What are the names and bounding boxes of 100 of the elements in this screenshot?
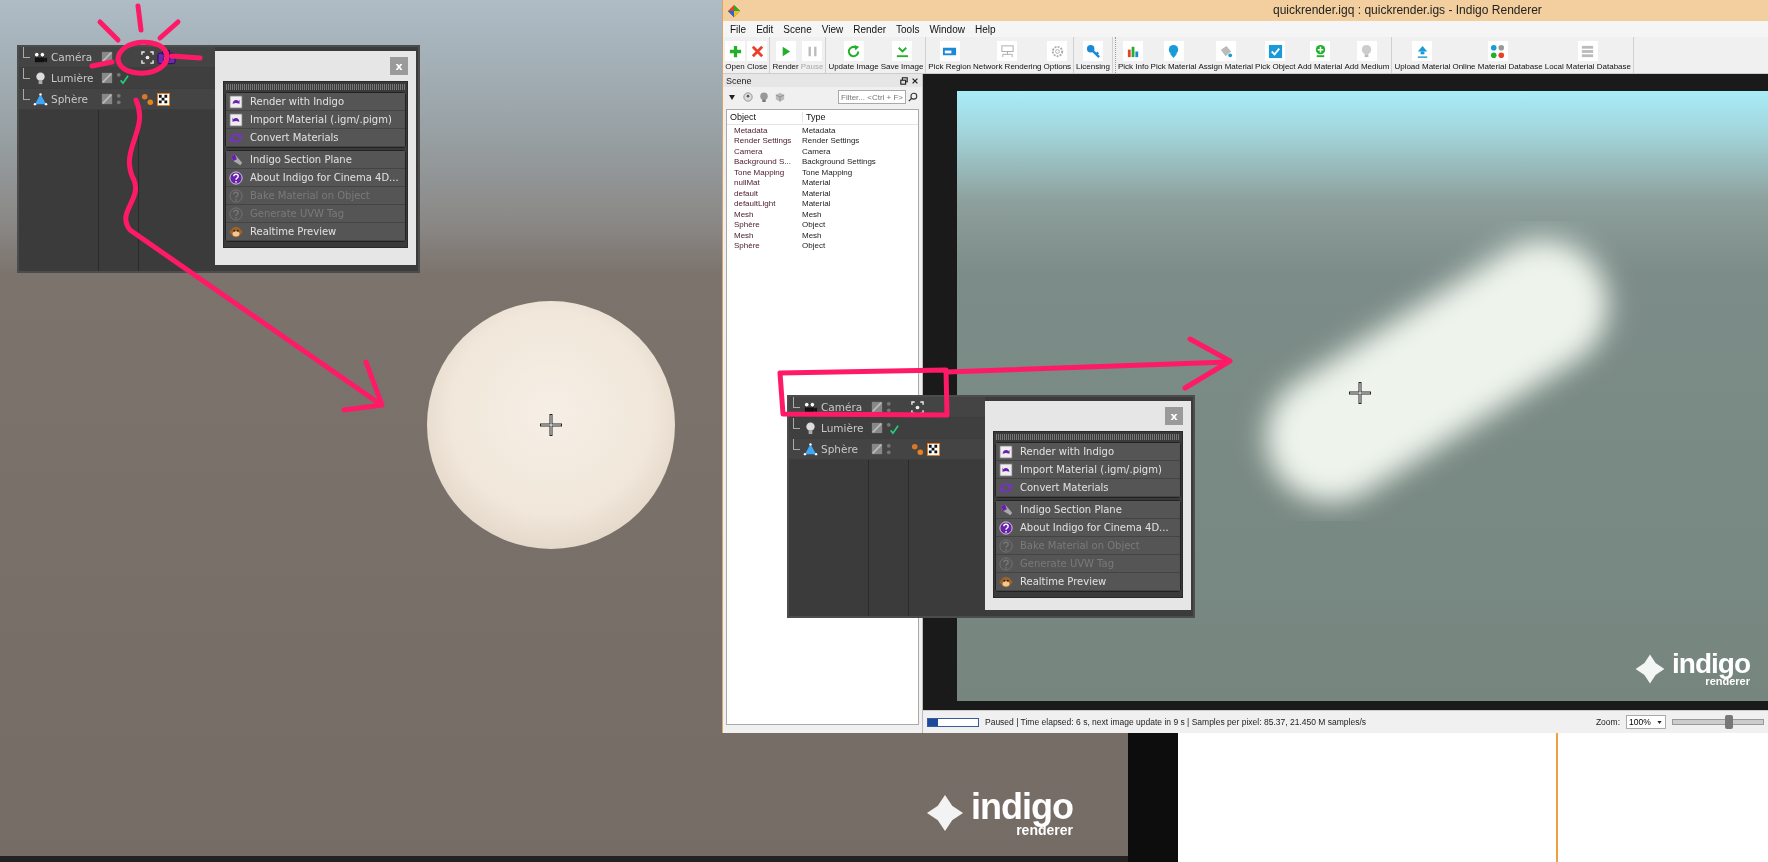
- light-bulb-icon: [33, 71, 48, 85]
- database-icon: [1580, 43, 1596, 59]
- tree-cell: Mesh: [802, 209, 822, 219]
- restore-icon[interactable]: [900, 76, 908, 85]
- toolbar-button[interactable]: Upload Material: [1393, 37, 1452, 73]
- tree-cell[interactable]: Tone Mapping: [727, 167, 802, 177]
- menu-item[interactable]: Tools: [891, 21, 925, 37]
- toolbar-button[interactable]: Assign Material: [1197, 37, 1255, 73]
- menu-item[interactable]: Convert Materials: [226, 129, 405, 147]
- bulb-icon[interactable]: [759, 92, 769, 102]
- help-icon: [229, 206, 243, 221]
- menu-item[interactable]: Import Material (.igm/.pigm): [226, 111, 405, 129]
- logo-icon: [925, 793, 965, 833]
- slider-thumb[interactable]: [1724, 715, 1733, 729]
- tree-cell: Camera: [802, 146, 831, 156]
- check-icon[interactable]: [116, 71, 129, 85]
- tree-cell: Object: [802, 220, 826, 230]
- layer-icon: [871, 443, 883, 455]
- tree-cell[interactable]: Sphère: [727, 241, 802, 251]
- column-header[interactable]: Object: [727, 112, 803, 122]
- tree-cell: Metadata: [802, 125, 836, 135]
- menu-item[interactable]: About Indigo for Cinema 4D...: [996, 519, 1180, 537]
- app-icon[interactable]: [727, 3, 741, 18]
- tree-cell[interactable]: Camera: [727, 146, 802, 156]
- layer-icon: [101, 72, 113, 84]
- toolbar-button[interactable]: Save Image: [879, 37, 925, 73]
- help-icon: [999, 520, 1013, 535]
- camera-lens-icon[interactable]: [743, 92, 753, 102]
- tree-cell[interactable]: Mesh: [727, 230, 802, 240]
- menu-item[interactable]: Edit: [751, 21, 779, 37]
- object-row[interactable]: Sphère: [19, 89, 215, 110]
- search-icon[interactable]: [908, 92, 918, 102]
- toolbar-button[interactable]: Local Material Database: [1543, 37, 1632, 73]
- menu-item[interactable]: View: [816, 21, 849, 37]
- tree-cell[interactable]: nullMat: [727, 178, 802, 188]
- window-title: quickrender.igq : quickrender.igs - Indigo Renderer: [1273, 3, 1542, 17]
- tree-cell[interactable]: Background S...: [727, 157, 802, 167]
- toolbar-button[interactable]: Pick Info: [1116, 37, 1150, 73]
- toolbar-button[interactable]: Network Rendering: [972, 37, 1043, 73]
- toolbar-button[interactable]: Update Image: [827, 37, 880, 73]
- toolbar-button[interactable]: Pick Object: [1254, 37, 1297, 73]
- menu-item[interactable]: File: [725, 21, 752, 37]
- camera-icon: [803, 400, 818, 414]
- menu-item[interactable]: Realtime Preview: [996, 573, 1180, 591]
- toolbar-button[interactable]: Add Material: [1296, 37, 1344, 73]
- object-name: Lumière: [821, 422, 864, 434]
- toolbar-button[interactable]: Options: [1042, 37, 1073, 73]
- menu-item[interactable]: Import Material (.igm/.pigm): [996, 461, 1180, 479]
- cube-icon[interactable]: [775, 92, 785, 102]
- layer-icon: [871, 422, 883, 434]
- menu-item[interactable]: Convert Materials: [996, 479, 1180, 497]
- menu-item[interactable]: Realtime Preview: [226, 223, 405, 241]
- menu-item[interactable]: Render with Indigo: [996, 443, 1180, 461]
- close-icon[interactable]: [911, 76, 919, 85]
- tree-cell: Material: [802, 178, 831, 188]
- menu-item[interactable]: Render with Indigo: [226, 93, 405, 111]
- toolbar-button[interactable]: Online Material Database: [1451, 37, 1544, 73]
- tree-cell[interactable]: Mesh: [727, 209, 802, 219]
- object-row[interactable]: Lumière: [19, 68, 215, 89]
- toolbar-button[interactable]: Pick Material: [1149, 37, 1198, 73]
- target-tag-icon: [911, 400, 924, 414]
- toolbar-button[interactable]: Render: [771, 37, 800, 73]
- tree-cell: Mesh: [802, 230, 822, 240]
- object-row[interactable]: Lumière: [789, 418, 985, 439]
- check-icon[interactable]: [886, 421, 899, 435]
- zoom-dropdown[interactable]: 100%: [1626, 715, 1666, 729]
- tree-cell[interactable]: Sphère: [727, 220, 802, 230]
- help-icon: [999, 556, 1013, 571]
- column-header[interactable]: Type: [803, 112, 878, 122]
- menu-item[interactable]: Indigo Section Plane: [996, 501, 1180, 519]
- render-icon: [999, 444, 1013, 459]
- menu-item[interactable]: Scene: [778, 21, 817, 37]
- toolbar-button[interactable]: Pick Region: [927, 37, 973, 73]
- object-row[interactable]: Sphère: [789, 439, 985, 460]
- tree-cell[interactable]: Render Settings: [727, 136, 802, 146]
- material-tag-icon: [141, 92, 154, 106]
- dropdown-caret-icon[interactable]: [727, 92, 737, 102]
- menu-item[interactable]: Render: [848, 21, 892, 37]
- object-name: Sphère: [51, 93, 88, 105]
- menu-item[interactable]: About Indigo for Cinema 4D...: [226, 169, 405, 187]
- checker-tag-icon: [927, 442, 940, 456]
- dots-icon: [1490, 43, 1506, 59]
- menu-item[interactable]: Window: [924, 21, 970, 37]
- menu-item[interactable]: Indigo Section Plane: [226, 151, 405, 169]
- toolbar-button[interactable]: Licensing: [1075, 37, 1111, 73]
- layer-icon: [871, 401, 883, 413]
- menu-item[interactable]: Help: [969, 21, 1001, 37]
- tree-cell: Background Settings: [802, 157, 876, 167]
- tree-cell[interactable]: Metadata: [727, 125, 802, 135]
- x-icon: [749, 43, 765, 59]
- toolbar-button[interactable]: Add Medium: [1343, 37, 1391, 73]
- plus-icon: [727, 43, 743, 59]
- layer-icon: [101, 51, 113, 63]
- material-tag-icon: [911, 442, 924, 456]
- tree-cell[interactable]: defaultLight: [727, 199, 802, 209]
- tree-cell[interactable]: default: [727, 188, 802, 198]
- tree-cell: Material: [802, 199, 831, 209]
- monkey-icon: [999, 574, 1013, 589]
- filter-field[interactable]: Filter... <Ctrl + F>: [838, 90, 906, 104]
- render-icon: [229, 94, 243, 109]
